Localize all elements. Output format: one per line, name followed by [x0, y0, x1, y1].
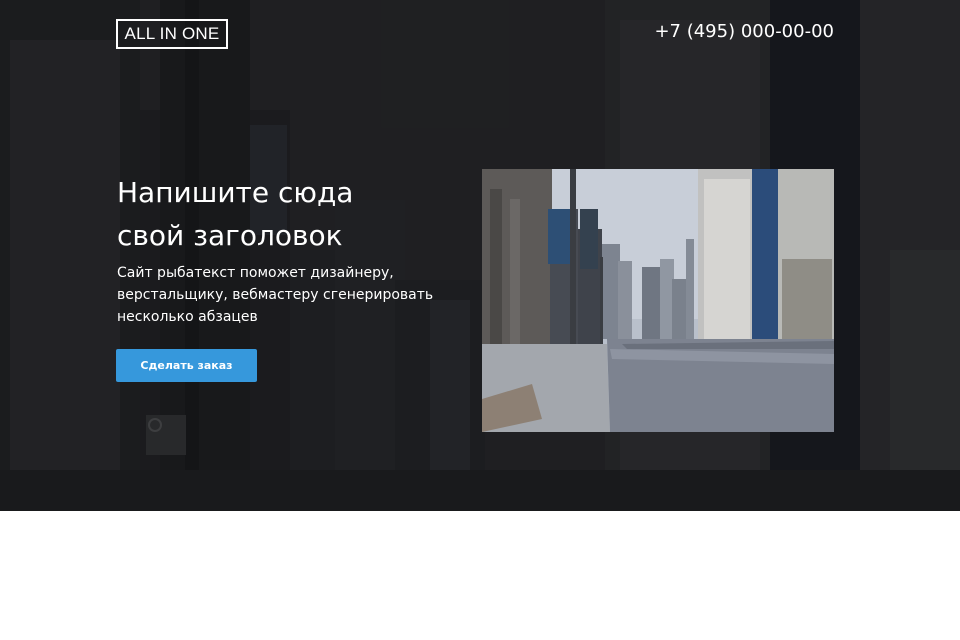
- street-photo-image: [482, 169, 834, 432]
- hero-description: Сайт рыбатекст поможет дизайнеру, верста…: [117, 262, 437, 328]
- hero-section: ALL IN ONE +7 (495) 000-00-00 Напишите с…: [0, 0, 960, 511]
- headline-line-1: Напишите сюда: [117, 176, 354, 209]
- logo[interactable]: ALL IN ONE: [116, 19, 228, 49]
- headline-line-2: свой заголовок: [117, 219, 343, 252]
- description-line-1: Сайт рыбатекст поможет дизайнеру,: [117, 265, 394, 281]
- street-photo: [482, 169, 834, 432]
- description-line-2: верстальщику, вебмастеру сгенерировать: [117, 287, 434, 303]
- description-line-3: несколько абзацев: [117, 309, 258, 325]
- phone-number[interactable]: +7 (495) 000-00-00: [654, 20, 834, 44]
- hero-headline: Напишите сюда свой заголовок: [117, 171, 437, 257]
- order-button[interactable]: Сделать заказ: [116, 349, 257, 382]
